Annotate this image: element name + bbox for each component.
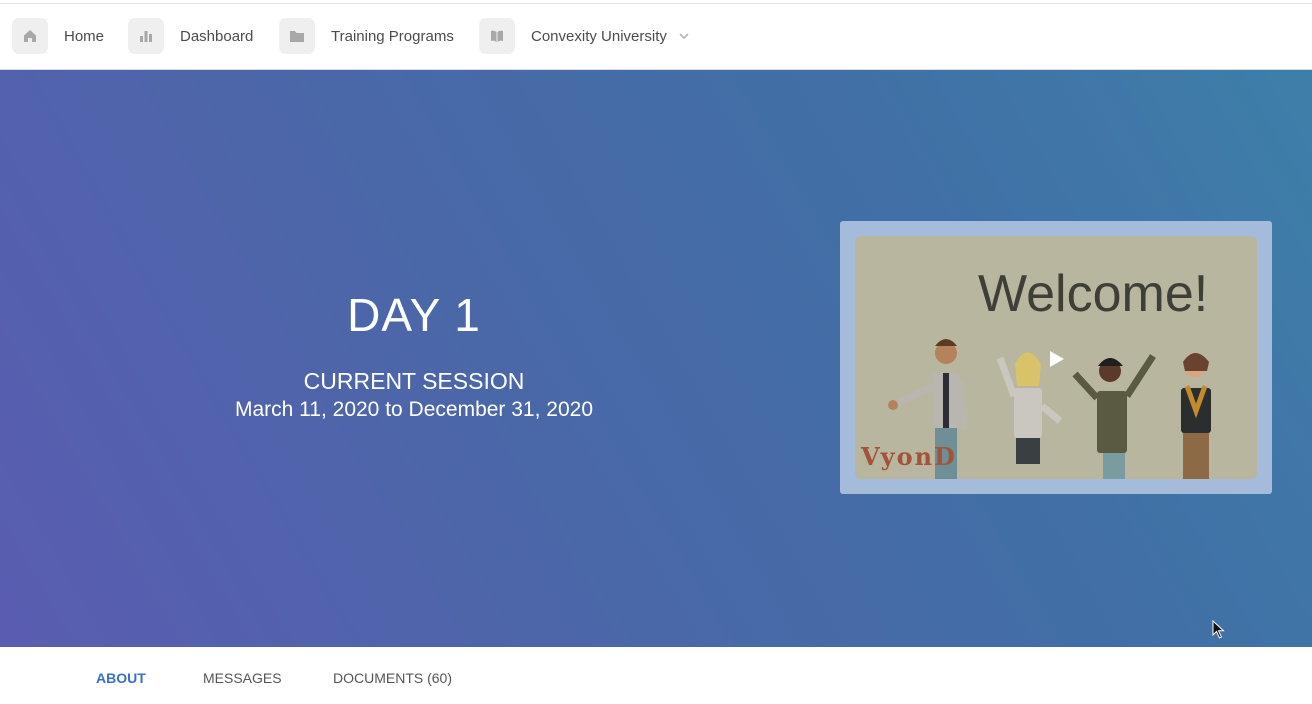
session-tabs: ABOUT MESSAGES DOCUMENTS (60) [0,647,1312,704]
session-label: CURRENT SESSION [303,368,525,394]
video-player[interactable]: Welcome! VyonD [840,221,1272,494]
nav-label-convexity-university: Convexity University [531,27,667,45]
nav-item-home[interactable]: Home [12,18,104,54]
tab-about[interactable]: ABOUT [96,670,146,686]
session-dates: March 11, 2020 to December 31, 2020 [235,398,593,421]
folder-icon [279,18,315,54]
nav-label-home: Home [64,27,105,45]
bar-chart-icon [128,18,164,54]
session-hero: DAY 1 CURRENT SESSION March 11, 2020 to … [0,70,1312,647]
play-icon[interactable] [1048,349,1066,374]
tab-messages[interactable]: MESSAGES [203,670,282,686]
top-navigation: Home Dashboard Training Programs Convexi… [0,4,1312,70]
day-title: DAY 1 [347,289,481,341]
video-thumbnail[interactable]: Welcome! VyonD [855,236,1257,479]
tab-documents[interactable]: DOCUMENTS (60) [333,670,452,686]
mouse-cursor-icon [1212,619,1226,645]
book-icon [479,18,515,54]
nav-item-training-programs[interactable]: Training Programs [279,18,454,54]
nav-label-dashboard: Dashboard [180,27,254,45]
chevron-down-icon[interactable] [679,32,689,40]
home-icon [12,18,48,54]
nav-item-dashboard[interactable]: Dashboard [128,18,253,54]
nav-item-convexity-university[interactable]: Convexity University [479,18,689,54]
nav-label-training-programs: Training Programs [331,27,454,45]
vyond-watermark: VyonD [861,442,957,471]
